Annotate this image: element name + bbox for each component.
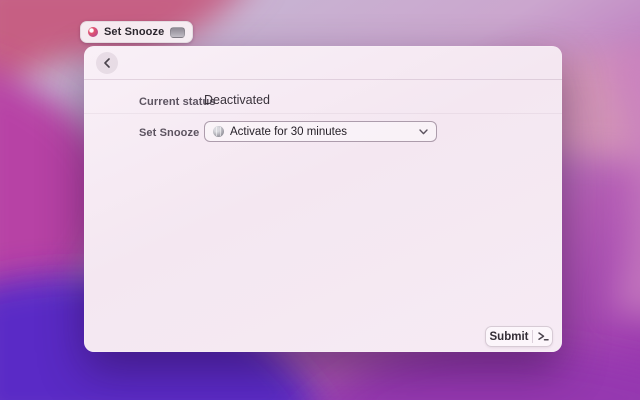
snooze-status-icon xyxy=(213,126,224,137)
submit-button[interactable]: Submit xyxy=(485,326,553,347)
command-pill[interactable]: Set Snooze xyxy=(80,21,194,43)
pinwheel-app-icon xyxy=(88,27,98,37)
submit-button-label: Submit xyxy=(489,330,529,343)
form-separator xyxy=(84,113,562,114)
hotkey-badge-icon xyxy=(170,26,186,38)
enter-key-icon xyxy=(533,327,552,346)
back-button[interactable] xyxy=(96,51,118,74)
command-pill-title: Set Snooze xyxy=(104,26,165,38)
snooze-row-label: Set Snooze xyxy=(139,127,200,139)
chevron-down-icon xyxy=(419,128,428,135)
window-header xyxy=(84,46,562,80)
snooze-dropdown-value: Activate for 30 minutes xyxy=(230,125,347,138)
status-value: Deactivated xyxy=(204,93,271,107)
chevron-left-icon xyxy=(103,57,111,68)
snooze-dropdown[interactable]: Activate for 30 minutes xyxy=(204,121,437,142)
set-snooze-window: Current status Deactivated Set Snooze Ac… xyxy=(84,46,562,352)
